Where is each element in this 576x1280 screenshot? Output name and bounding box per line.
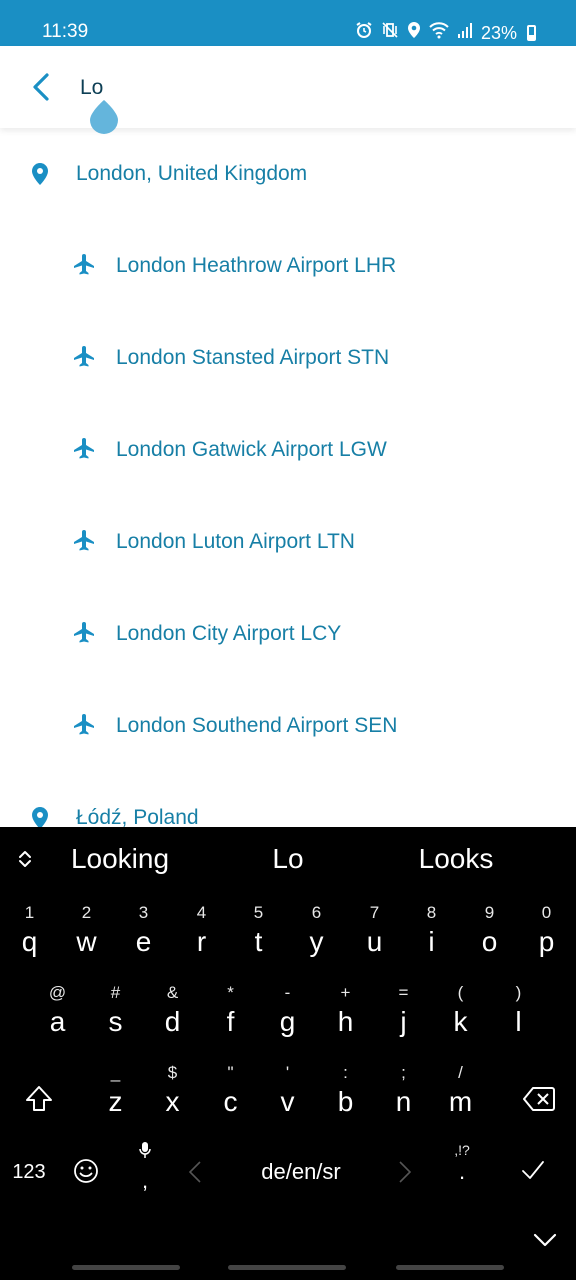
battery-percent: 23% xyxy=(480,22,517,43)
alarm-icon xyxy=(355,21,373,44)
result-airport[interactable]: London Luton Airport LTN xyxy=(0,496,576,588)
key-y[interactable]: 6y xyxy=(288,903,345,975)
key-i[interactable]: 8i xyxy=(403,903,460,975)
wifi-icon xyxy=(429,21,449,44)
key-k[interactable]: (k xyxy=(432,983,489,1055)
key-b[interactable]: :b xyxy=(317,1063,374,1135)
hide-keyboard-icon[interactable] xyxy=(530,1225,560,1255)
text-cursor-handle[interactable] xyxy=(89,100,119,134)
signal-icon xyxy=(457,21,473,44)
result-airport[interactable]: London Stansted Airport STN xyxy=(0,312,576,404)
suggestion-3[interactable]: Looks xyxy=(396,843,516,875)
key-v[interactable]: ' v xyxy=(259,1063,316,1135)
key-m[interactable]: / m xyxy=(432,1063,489,1135)
checkmark-icon[interactable] xyxy=(520,1157,546,1183)
emoji-icon xyxy=(74,1159,98,1183)
result-airport[interactable]: London Heathrow Airport LHR xyxy=(0,220,576,312)
suggestion-bar: Looking Lo Looks xyxy=(0,827,576,891)
key-c[interactable]: " c xyxy=(202,1063,259,1135)
key-r[interactable]: 4r xyxy=(173,903,230,975)
airplane-icon xyxy=(74,254,94,275)
back-button[interactable] xyxy=(24,68,58,106)
result-airport[interactable]: London Gatwick Airport LGW xyxy=(0,404,576,496)
period-key[interactable]: ,!? . xyxy=(444,1141,480,1197)
airplane-icon xyxy=(74,714,94,735)
backspace-icon xyxy=(522,1087,555,1111)
key-x[interactable]: $ x xyxy=(144,1063,201,1135)
airplane-icon xyxy=(74,438,94,459)
location-icon xyxy=(407,21,421,44)
mute-vibrate-icon xyxy=(381,21,399,44)
location-pin-icon xyxy=(32,807,48,828)
result-label: London Southend Airport SEN xyxy=(116,714,398,737)
expand-toggle-icon[interactable] xyxy=(16,847,34,871)
comma-key[interactable]: , xyxy=(130,1141,160,1197)
shift-icon xyxy=(25,1086,52,1111)
period-label: . xyxy=(458,1159,466,1184)
emoji-key[interactable] xyxy=(72,1157,102,1187)
suggestion-1[interactable]: Looking xyxy=(60,843,180,875)
key-d[interactable]: & d xyxy=(144,983,201,1055)
key-q[interactable]: 1q xyxy=(1,903,58,975)
comma-label: , xyxy=(141,1168,149,1193)
status-time: 11:39 xyxy=(42,21,89,42)
key-u[interactable]: 7u xyxy=(346,903,403,975)
key-l[interactable]: ) l xyxy=(490,983,547,1055)
result-label: London City Airport LCY xyxy=(116,622,342,645)
key-j[interactable]: = j xyxy=(375,983,432,1055)
nav-handle-left xyxy=(72,1265,180,1270)
key-a[interactable]: @ a xyxy=(29,983,86,1055)
result-label: London Stansted Airport STN xyxy=(116,346,390,369)
keyboard: Looking Lo Looks 1q 2w 3e 4r 5t 6y 7u 8i… xyxy=(0,827,576,1280)
key-w[interactable]: 2w xyxy=(58,903,115,975)
result-city[interactable]: Łódź, Poland xyxy=(0,772,576,828)
key-p[interactable]: 0p xyxy=(518,903,575,975)
numbers-key[interactable]: 123 xyxy=(6,1157,52,1187)
status-bar: 11:39 23% xyxy=(0,0,576,46)
search-input[interactable] xyxy=(80,68,540,108)
key-t[interactable]: 5t xyxy=(230,903,287,975)
nav-handle-right xyxy=(396,1265,504,1270)
punctuation-hint: ,!? xyxy=(454,1142,470,1158)
airplane-icon xyxy=(74,530,94,551)
cursor-right-icon[interactable] xyxy=(396,1159,414,1185)
key-s[interactable]: # s xyxy=(87,983,144,1055)
key-g[interactable]: -g xyxy=(259,983,316,1055)
key-h[interactable]: + h xyxy=(317,983,374,1055)
language-label: de/en/sr xyxy=(261,1159,341,1184)
key-z[interactable]: _ z xyxy=(87,1063,144,1135)
shift-key[interactable] xyxy=(10,1063,67,1135)
results-list: London, United Kingdom London Heathrow A… xyxy=(0,128,576,828)
result-city[interactable]: London, United Kingdom xyxy=(0,128,576,220)
result-label: Łódź, Poland xyxy=(76,806,199,828)
search-header xyxy=(0,46,576,128)
airplane-icon xyxy=(74,622,94,643)
key-f[interactable]: * f xyxy=(202,983,259,1055)
key-e[interactable]: 3e xyxy=(115,903,172,975)
nav-handle-center xyxy=(228,1265,346,1270)
result-label: London Luton Airport LTN xyxy=(116,530,355,553)
result-label: London Heathrow Airport LHR xyxy=(116,254,397,277)
key-n[interactable]: ; n xyxy=(375,1063,432,1135)
mic-icon xyxy=(139,1142,151,1158)
result-airport[interactable]: London City Airport LCY xyxy=(0,588,576,680)
status-icons: 23% xyxy=(355,21,536,44)
chevron-left-icon xyxy=(33,73,49,101)
space-key[interactable]: de/en/sr xyxy=(176,1149,426,1195)
key-o[interactable]: 9o xyxy=(461,903,518,975)
location-pin-icon xyxy=(32,163,48,185)
backspace-key[interactable] xyxy=(510,1063,567,1135)
result-airport[interactable]: London Southend Airport SEN xyxy=(0,680,576,772)
battery-icon xyxy=(527,24,536,41)
suggestion-2[interactable]: Lo xyxy=(240,843,336,875)
result-label: London Gatwick Airport LGW xyxy=(116,438,387,461)
airplane-icon xyxy=(74,346,94,367)
result-label: London, United Kingdom xyxy=(76,162,308,185)
